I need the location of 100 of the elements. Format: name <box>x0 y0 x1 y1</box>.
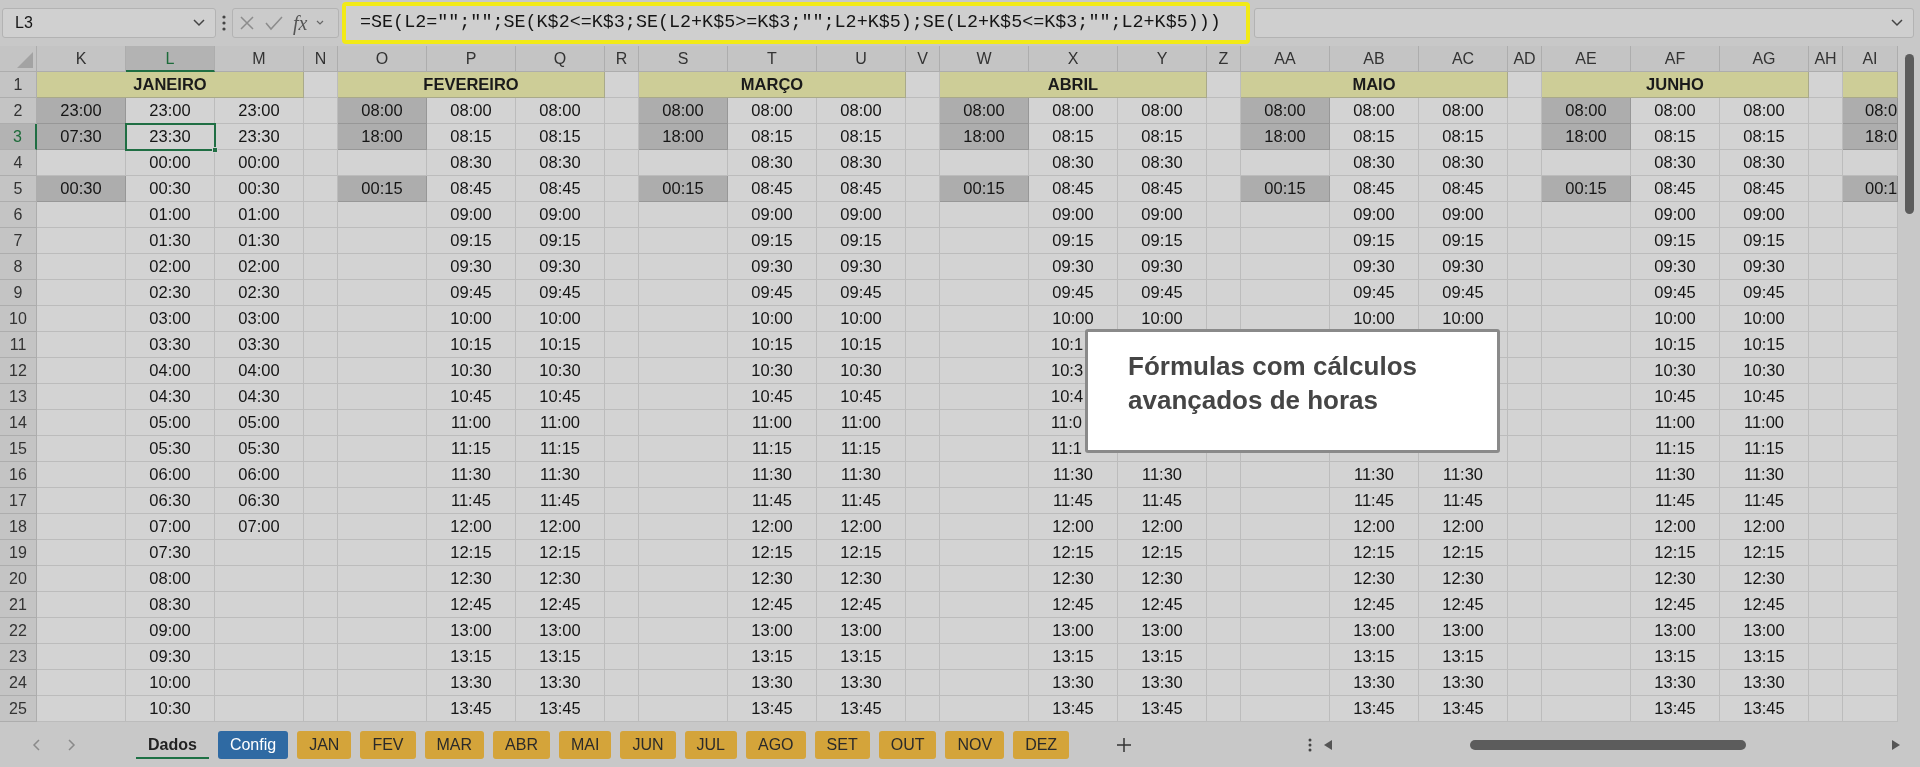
sheet-tab[interactable]: Config <box>217 730 289 759</box>
row-header[interactable]: 23 <box>0 644 37 670</box>
column-header[interactable]: W <box>940 46 1029 72</box>
table-cell: 09:15 <box>817 228 906 254</box>
sheet-tab[interactable]: ABR <box>493 730 550 759</box>
table-cell: 00:15 <box>1241 176 1330 202</box>
dots-icon[interactable] <box>1308 737 1312 752</box>
column-header[interactable]: AD <box>1508 46 1542 72</box>
table-cell: 09:45 <box>1720 280 1809 306</box>
table-cell: 11:15 <box>516 436 605 462</box>
scroll-thumb[interactable] <box>1905 54 1914 214</box>
table-cell: 11:00 <box>1631 410 1720 436</box>
row-header[interactable]: 22 <box>0 618 37 644</box>
row-header[interactable]: 11 <box>0 332 37 358</box>
sheet-tab[interactable]: AGO <box>746 730 806 759</box>
cancel-icon[interactable] <box>239 15 255 31</box>
column-header[interactable]: Y <box>1118 46 1207 72</box>
row-header[interactable]: 10 <box>0 306 37 332</box>
sheet-tab[interactable]: JAN <box>297 730 352 759</box>
table-cell: 08:00 <box>1542 98 1631 124</box>
row-header[interactable]: 15 <box>0 436 37 462</box>
dots-icon[interactable] <box>222 15 226 31</box>
sheet-tab[interactable]: JUL <box>684 730 737 759</box>
column-header[interactable]: AA <box>1241 46 1330 72</box>
column-header[interactable]: X <box>1029 46 1118 72</box>
row-header[interactable]: 13 <box>0 384 37 410</box>
column-header[interactable]: AG <box>1720 46 1809 72</box>
column-header[interactable]: Q <box>516 46 605 72</box>
table-cell: 12:00 <box>1631 514 1720 540</box>
row-header[interactable]: 20 <box>0 566 37 592</box>
row-header[interactable]: 7 <box>0 228 37 254</box>
table-cell: 07:00 <box>126 514 215 540</box>
row-header[interactable]: 25 <box>0 696 37 722</box>
check-icon[interactable] <box>264 15 284 31</box>
column-header[interactable]: AI <box>1843 46 1898 72</box>
row-header[interactable]: 9 <box>0 280 37 306</box>
table-cell: 11:15 <box>1720 436 1809 462</box>
table-cell: 12:00 <box>1330 514 1419 540</box>
table-cell: 03:00 <box>215 306 304 332</box>
row-header[interactable]: 14 <box>0 410 37 436</box>
table-cell: 05:30 <box>126 436 215 462</box>
table-cell: 09:00 <box>1631 202 1720 228</box>
table-cell: 00:15 <box>338 176 427 202</box>
table-cell: 12:45 <box>427 592 516 618</box>
active-cell[interactable]: 23:30 <box>126 124 215 150</box>
column-header[interactable]: AE <box>1542 46 1631 72</box>
column-header[interactable]: AC <box>1419 46 1508 72</box>
table-cell: 04:30 <box>215 384 304 410</box>
chevron-down-icon[interactable] <box>316 20 325 26</box>
formula-field[interactable]: =SE(L2="";"";SE(K$2<=K$3;SE(L2+K$5>=K$3;"";L2+K$5);SE(L2+K$5<=K$3;"";L2+K$5))) <box>342 2 1250 44</box>
row-header[interactable]: 2 <box>0 98 37 124</box>
scroll-left-icon[interactable] <box>1324 739 1332 750</box>
column-header[interactable]: AB <box>1330 46 1419 72</box>
name-box[interactable]: L3 <box>2 8 216 38</box>
row-header[interactable]: 4 <box>0 150 37 176</box>
table-cell: 10:30 <box>1631 358 1720 384</box>
column-header[interactable]: Z <box>1207 46 1241 72</box>
scroll-right-icon[interactable] <box>1892 739 1900 750</box>
row-header[interactable]: 5 <box>0 176 37 202</box>
row-header[interactable]: 1 <box>0 72 37 98</box>
row-header[interactable]: 6 <box>0 202 37 228</box>
sheet-tab[interactable]: MAR <box>424 730 485 759</box>
row-header[interactable]: 19 <box>0 540 37 566</box>
sheet-tab[interactable]: SET <box>814 730 870 759</box>
row-header[interactable]: 21 <box>0 592 37 618</box>
column-header[interactable]: V <box>906 46 940 72</box>
sheet-tab[interactable]: Dados <box>136 730 209 759</box>
sheet-tab[interactable]: JUN <box>620 730 676 759</box>
column-header[interactable]: T <box>728 46 817 72</box>
sheet-tab[interactable]: MAI <box>559 730 612 759</box>
row-header[interactable]: 8 <box>0 254 37 280</box>
row-header[interactable]: 24 <box>0 670 37 696</box>
column-header[interactable]: M <box>215 46 304 72</box>
chevron-left-icon[interactable] <box>32 738 40 751</box>
column-header[interactable]: K <box>37 46 126 72</box>
sheet-tab[interactable]: FEV <box>360 730 416 759</box>
plus-icon[interactable] <box>1117 737 1132 752</box>
column-header[interactable]: N <box>304 46 338 72</box>
row-header[interactable]: 16 <box>0 462 37 488</box>
column-header[interactable]: P <box>427 46 516 72</box>
column-header[interactable]: U <box>817 46 906 72</box>
column-header[interactable]: AF <box>1631 46 1720 72</box>
column-header[interactable]: O <box>338 46 427 72</box>
row-header[interactable]: 12 <box>0 358 37 384</box>
table-cell: 05:00 <box>126 410 215 436</box>
sheet-tab[interactable]: NOV <box>945 730 1005 759</box>
row-header[interactable]: 18 <box>0 514 37 540</box>
chevron-right-icon[interactable] <box>68 738 76 751</box>
chevron-down-icon[interactable] <box>1891 19 1903 27</box>
chevron-down-icon[interactable] <box>193 19 205 27</box>
sheet-tab[interactable]: DEZ <box>1013 730 1070 759</box>
insert-function-button[interactable]: fx <box>293 13 308 33</box>
column-header[interactable]: AH <box>1809 46 1843 72</box>
table-cell: 18:00 <box>1241 124 1330 150</box>
column-header[interactable]: S <box>639 46 728 72</box>
row-header[interactable]: 17 <box>0 488 37 514</box>
column-header[interactable]: R <box>605 46 639 72</box>
scroll-thumb[interactable] <box>1470 739 1746 750</box>
table-cell: 10:30 <box>516 358 605 384</box>
sheet-tab[interactable]: OUT <box>878 730 937 759</box>
